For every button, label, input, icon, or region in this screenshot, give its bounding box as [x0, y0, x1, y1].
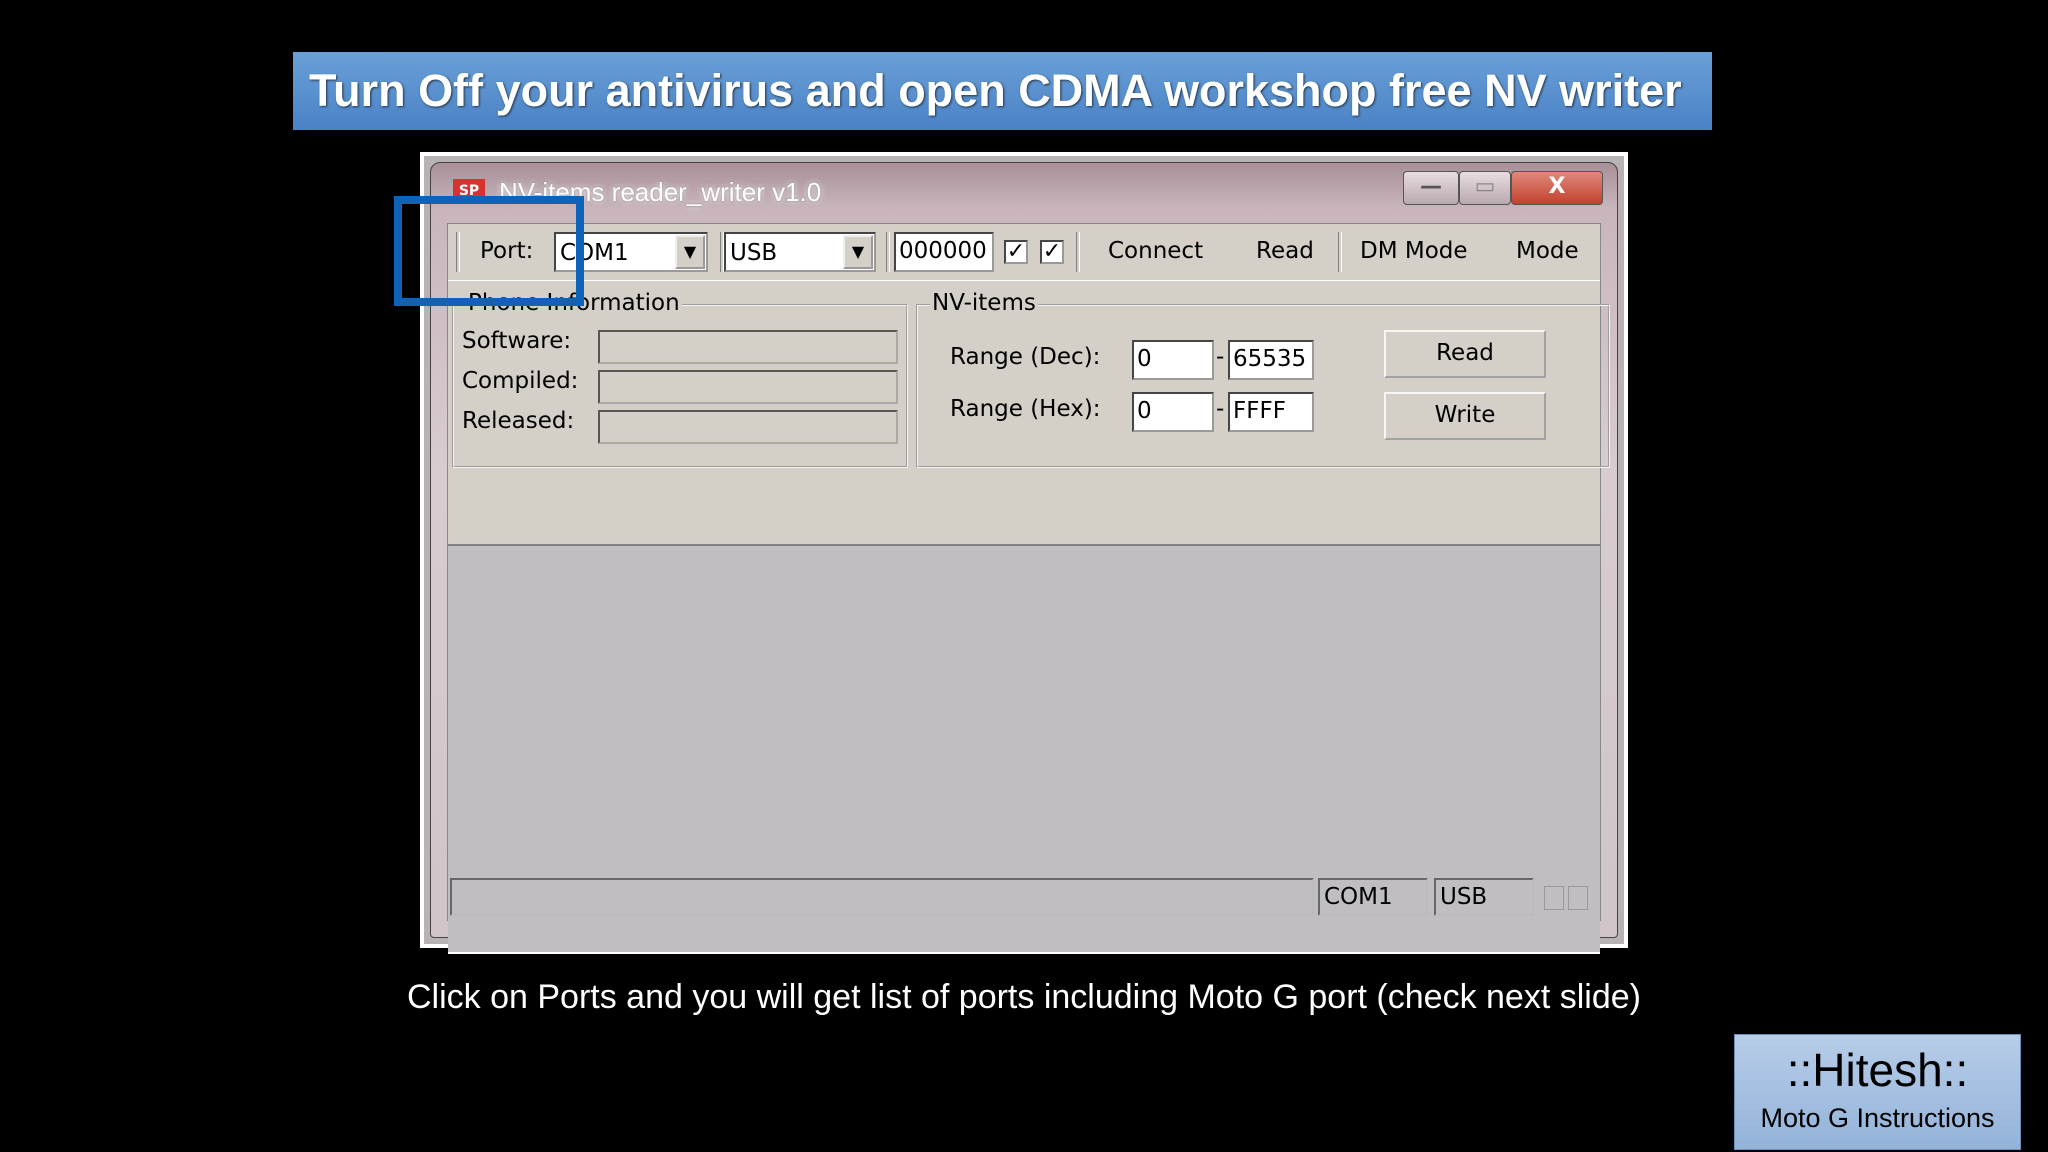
nv-items-legend: NV-items: [930, 290, 1038, 316]
status-connection: USB: [1434, 878, 1534, 916]
compiled-label: Compiled:: [462, 368, 579, 394]
range-dec-label: Range (Dec):: [950, 344, 1101, 370]
author-badge: ::Hitesh:: Moto G Instructions: [1734, 1034, 2021, 1150]
toolbar-separator: [886, 232, 890, 272]
write-button[interactable]: Write: [1384, 392, 1546, 440]
checkbox-2[interactable]: ✓: [1040, 240, 1064, 264]
connection-select-value: USB: [730, 240, 778, 266]
status-indicator-2: [1568, 886, 1588, 910]
minimize-button[interactable]: —: [1403, 171, 1459, 205]
range-hex-dash: -: [1216, 396, 1225, 422]
range-hex-to-input[interactable]: FFFF: [1228, 392, 1314, 432]
slide-title: Turn Off your antivirus and open CDMA wo…: [293, 52, 1712, 130]
range-dec-to-input[interactable]: 65535: [1228, 340, 1314, 380]
chevron-down-icon[interactable]: ▼: [843, 235, 873, 269]
range-dec-from-input[interactable]: 0: [1132, 340, 1214, 380]
close-button[interactable]: X: [1511, 171, 1603, 205]
title-bar[interactable]: SP NV-items reader_writer v1.0 — ▭ X: [441, 169, 1607, 209]
status-port: COM1: [1318, 878, 1428, 916]
status-bar: COM1 USB: [448, 872, 1600, 920]
software-field: [598, 330, 898, 364]
nv-writer-window: SP NV-items reader_writer v1.0 — ▭ X Por…: [420, 152, 1628, 954]
range-dec-dash: -: [1216, 344, 1225, 370]
software-label: Software:: [462, 328, 572, 354]
checkbox-1[interactable]: ✓: [1004, 240, 1028, 264]
client-area: Port: COM1 ▼ USB ▼ 000000 ✓ ✓ Connect Re…: [447, 223, 1610, 954]
read-button[interactable]: Read: [1384, 330, 1546, 378]
mode-button[interactable]: Mode: [1516, 238, 1579, 264]
window-frame: SP NV-items reader_writer v1.0 — ▭ X Por…: [430, 162, 1618, 954]
range-hex-label: Range (Hex):: [950, 396, 1101, 422]
status-message: [450, 878, 1314, 916]
chevron-down-icon[interactable]: ▼: [675, 235, 705, 269]
released-label: Released:: [462, 408, 575, 434]
port-highlight-box: [394, 196, 584, 306]
compiled-field: [598, 370, 898, 404]
range-hex-from-input[interactable]: 0: [1132, 392, 1214, 432]
maximize-button[interactable]: ▭: [1459, 171, 1511, 205]
read-toolbar-button[interactable]: Read: [1256, 238, 1314, 264]
status-indicator-1: [1544, 886, 1564, 910]
toolbar: Port: COM1 ▼ USB ▼ 000000 ✓ ✓ Connect Re…: [448, 224, 1600, 281]
connect-button[interactable]: Connect: [1108, 238, 1203, 264]
spc-code-input[interactable]: 000000: [894, 232, 994, 272]
nv-items-group: NV-items Range (Dec): 0 - 65535 Range (H…: [916, 290, 1610, 468]
window-controls: — ▭ X: [1403, 171, 1607, 207]
author-subtitle: Moto G Instructions: [1760, 1103, 1995, 1133]
author-name: ::Hitesh::: [1786, 1044, 1969, 1096]
slide-caption: Click on Ports and you will get list of …: [407, 978, 1641, 1016]
released-field: [598, 410, 898, 444]
dm-mode-button[interactable]: DM Mode: [1360, 238, 1468, 264]
connection-select[interactable]: USB ▼: [724, 232, 876, 272]
toolbar-separator: [1338, 232, 1342, 272]
toolbar-separator: [1076, 232, 1080, 272]
phone-information-group: Phone Information Software: Compiled: Re…: [452, 290, 908, 468]
